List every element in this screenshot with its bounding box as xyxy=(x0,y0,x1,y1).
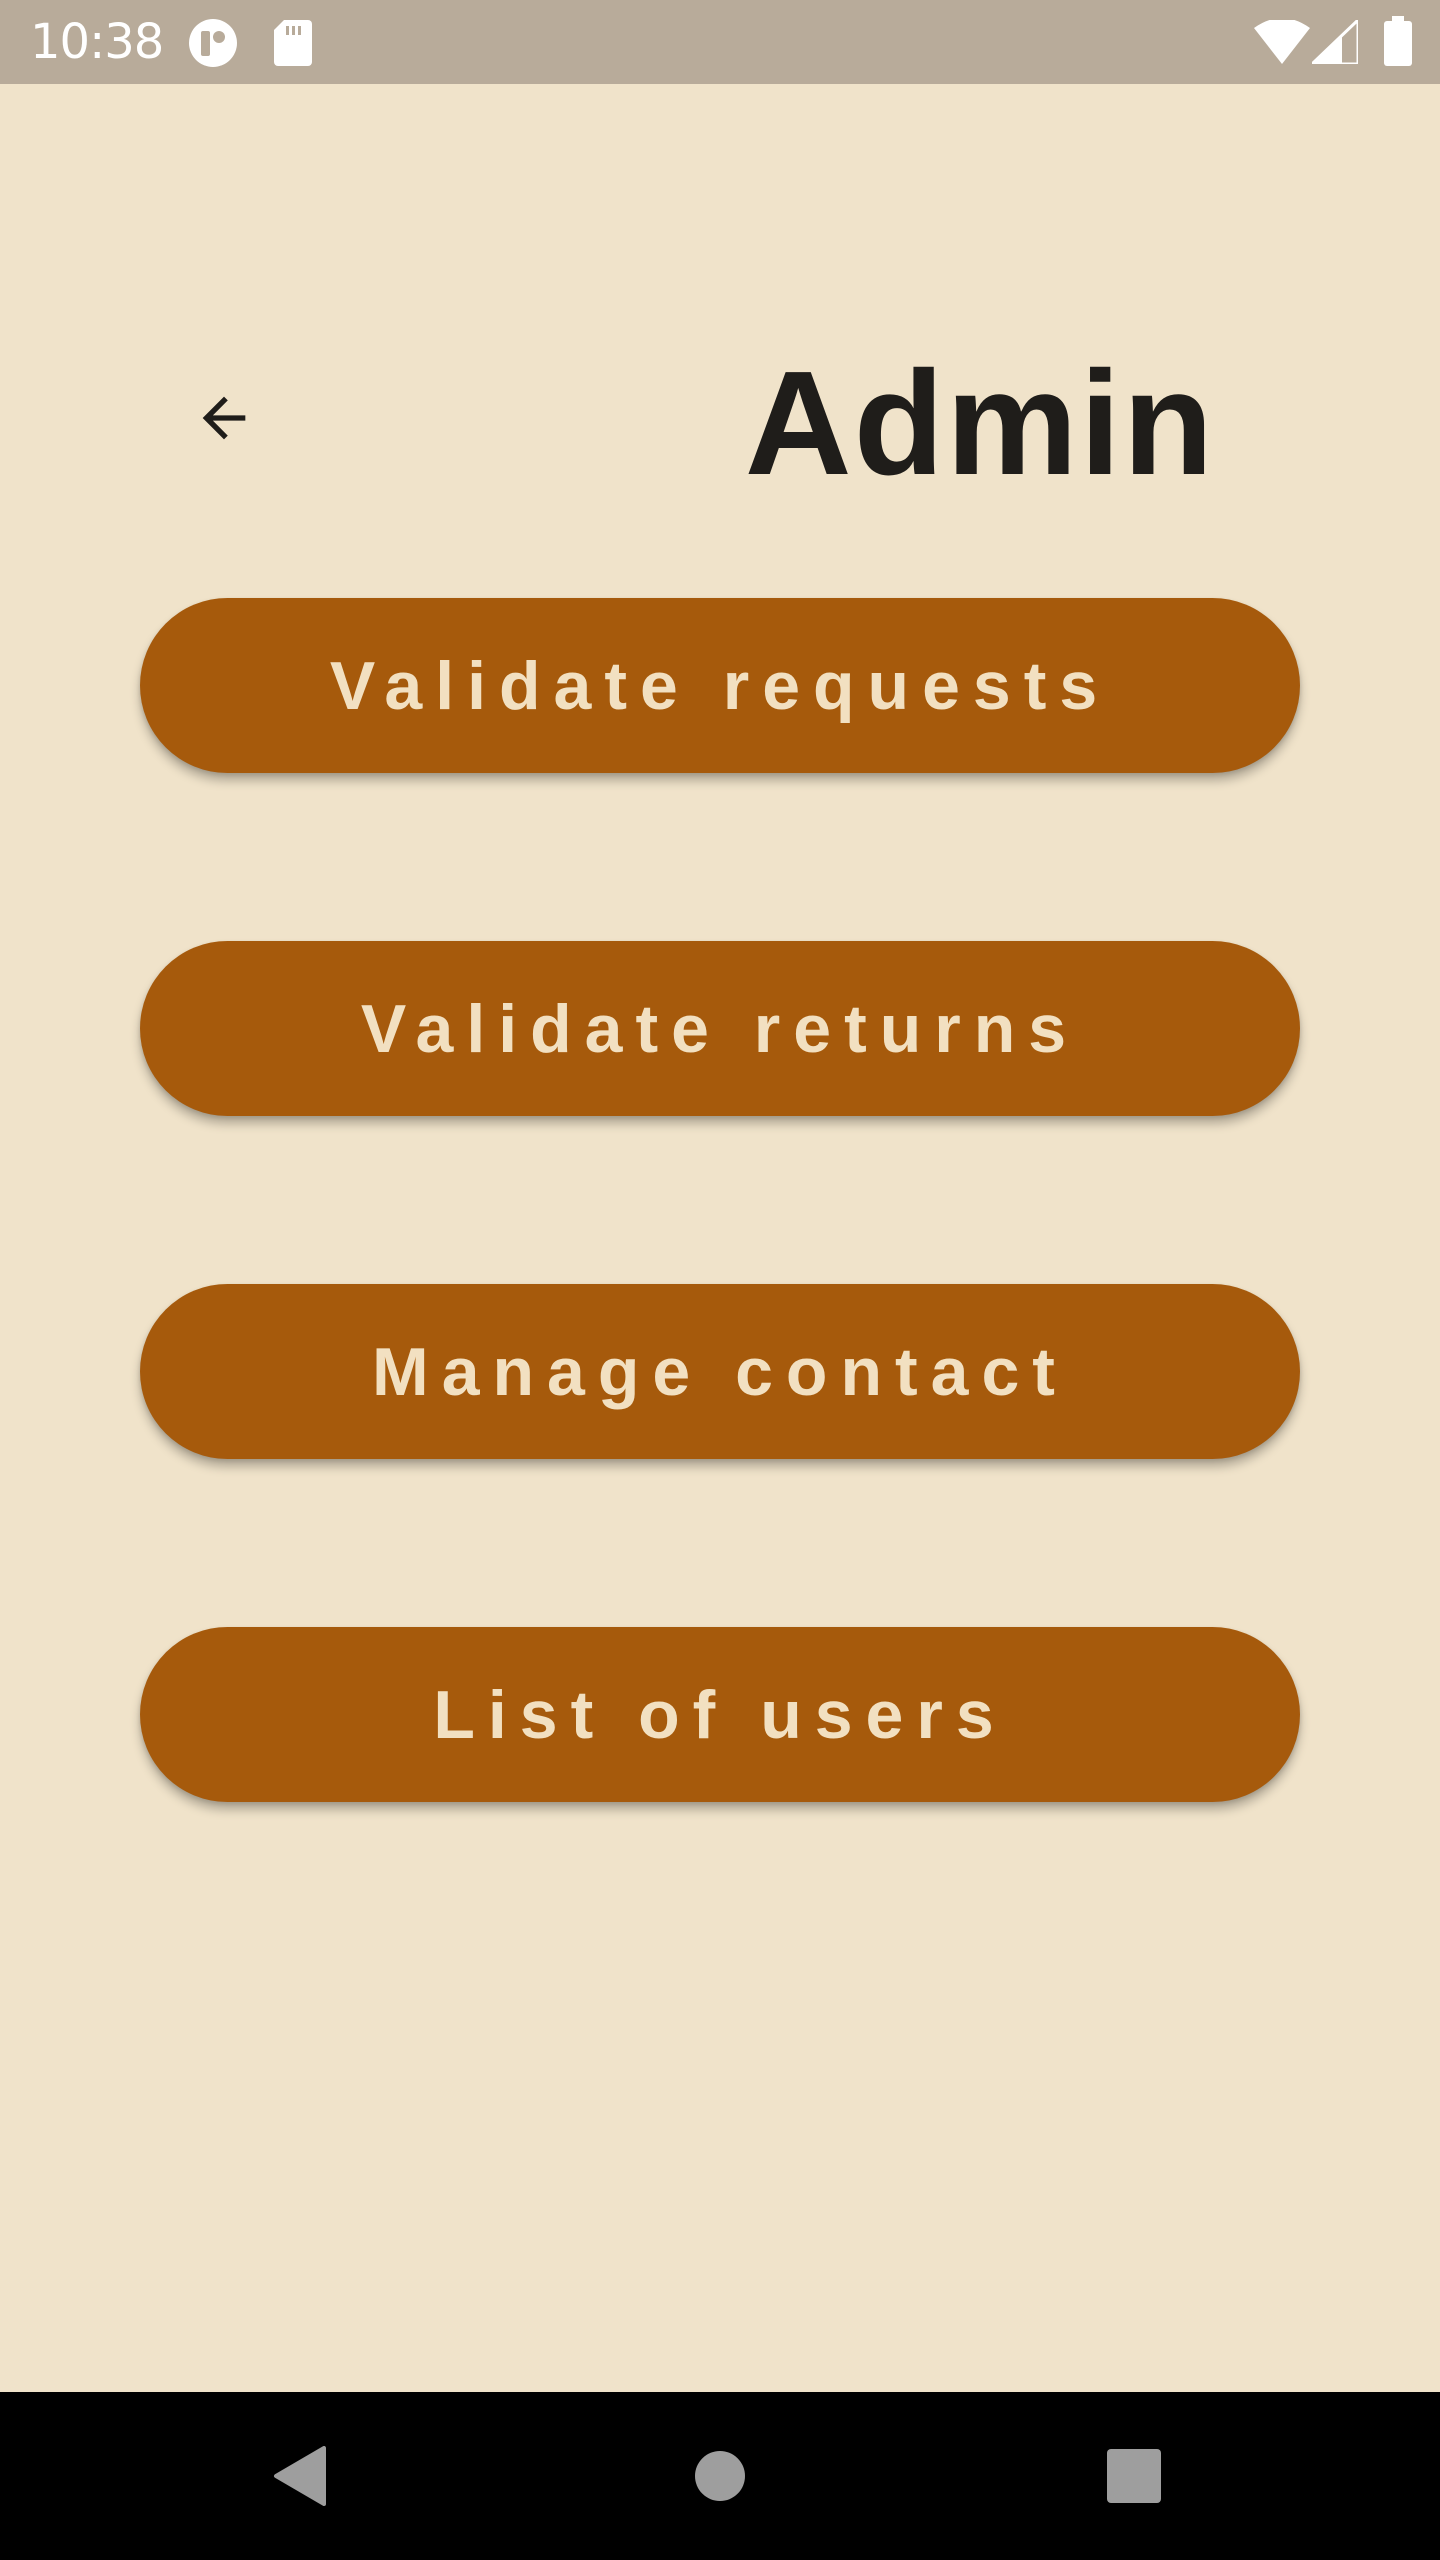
nav-back-button[interactable] xyxy=(200,2392,400,2560)
list-of-users-button[interactable]: List of users xyxy=(140,1627,1300,1802)
back-triangle-icon xyxy=(274,2446,326,2506)
sd-card-icon xyxy=(274,20,312,71)
notification-app-icon xyxy=(188,18,238,73)
status-bar: 10:38 xyxy=(0,0,1440,84)
home-circle-icon xyxy=(695,2451,745,2501)
arrow-back-icon xyxy=(202,396,246,440)
nav-home-button[interactable] xyxy=(620,2392,820,2560)
validate-returns-button[interactable]: Validate returns xyxy=(140,941,1300,1116)
recents-square-icon xyxy=(1107,2449,1161,2503)
wifi-icon xyxy=(1254,18,1310,69)
navigation-bar xyxy=(0,2392,1440,2560)
main-content: Admin Validate requests Validate returns… xyxy=(0,84,1440,2392)
battery-icon xyxy=(1384,16,1412,71)
validate-requests-button[interactable]: Validate requests xyxy=(140,598,1300,773)
nav-recents-button[interactable] xyxy=(1034,2392,1234,2560)
manage-contact-button[interactable]: Manage contact xyxy=(140,1284,1300,1459)
back-button[interactable] xyxy=(176,370,272,466)
status-time: 10:38 xyxy=(30,14,164,70)
page-title: Admin xyxy=(744,341,1216,506)
cellular-signal-icon xyxy=(1308,16,1360,69)
